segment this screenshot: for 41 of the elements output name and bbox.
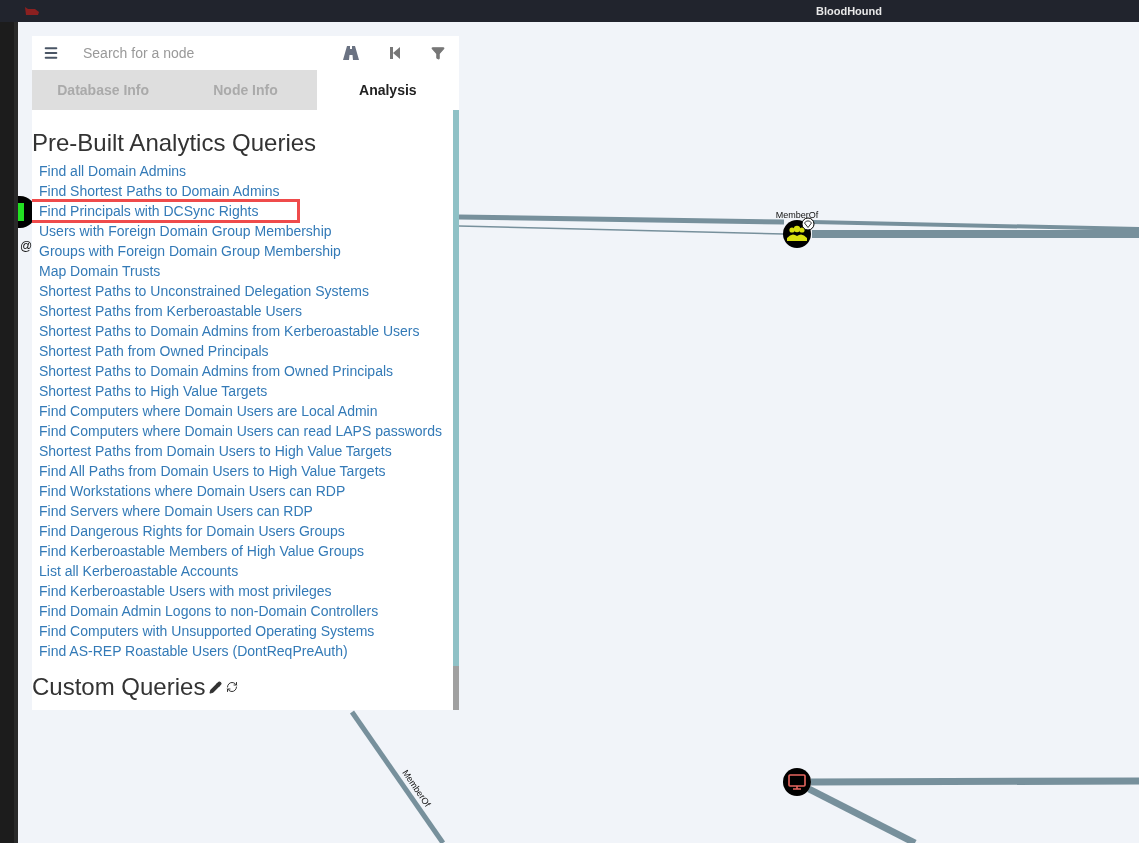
query-link[interactable]: Find AS-REP Roastable Users (DontReqPreAuth) <box>39 641 348 661</box>
query-link[interactable]: Find Shortest Paths to Domain Admins <box>39 181 280 201</box>
people-icon <box>787 225 807 241</box>
query-link[interactable]: List all Kerberoastable Accounts <box>39 561 239 581</box>
query-link[interactable]: Shortest Paths to Unconstrained Delegation Systems <box>39 281 369 301</box>
section-heading: Pre-Built Analytics Queries <box>32 129 318 157</box>
skip-back-icon[interactable] <box>389 46 401 60</box>
search-field[interactable]: Search for a node <box>83 42 323 64</box>
edit-icon[interactable] <box>209 680 223 694</box>
query-link[interactable]: Find Domain Admin Logons to non-Domain Controllers <box>39 601 379 621</box>
query-link[interactable]: Find Computers with Unsupported Operating Systems <box>39 621 375 641</box>
dog-logo-icon <box>24 6 40 16</box>
query-link[interactable]: Find all Domain Admins <box>39 161 187 181</box>
monitor-icon <box>788 774 806 790</box>
query-link[interactable]: Shortest Paths to Domain Admins from Kerberoastable Users <box>39 321 420 341</box>
query-link[interactable]: Shortest Paths from Kerberoastable Users <box>39 301 302 321</box>
filter-icon[interactable] <box>431 46 445 60</box>
query-link[interactable]: Shortest Path from Owned Principals <box>39 341 269 361</box>
query-link[interactable]: Shortest Paths to High Value Targets <box>39 381 268 401</box>
graph-node[interactable] <box>783 768 811 796</box>
query-link[interactable]: Shortest Paths from Domain Users to High Value Targets <box>39 441 392 461</box>
edge-label: MemberOf <box>775 210 819 220</box>
menu-icon[interactable] <box>43 45 59 61</box>
window-title: BloodHound <box>816 3 882 19</box>
refresh-icon[interactable] <box>226 681 239 693</box>
query-link[interactable]: Map Domain Trusts <box>39 261 161 281</box>
query-link[interactable]: Shortest Paths to Domain Admins from Owned Principals <box>39 361 394 381</box>
query-link[interactable]: Find All Paths from Domain Users to High Value Targets <box>39 461 386 481</box>
query-link[interactable]: Find Principals with DCSync Rights <box>39 201 259 221</box>
road-icon[interactable] <box>343 45 359 61</box>
node-label: @ <box>20 239 33 253</box>
query-link[interactable]: Find Computers where Domain Users can read LAPS passwords <box>39 421 443 441</box>
query-link[interactable]: Find Workstations where Domain Users can RDP <box>39 481 346 501</box>
query-link[interactable]: Users with Foreign Domain Group Membership <box>39 221 332 241</box>
section-heading: Custom Queries <box>32 673 206 701</box>
query-link[interactable]: Find Kerberoastable Users with most privileges <box>39 581 332 601</box>
query-link[interactable]: Find Computers where Domain Users are Local Admin <box>39 401 378 421</box>
query-link[interactable]: Find Servers where Domain Users can RDP <box>39 501 313 521</box>
query-link[interactable]: Groups with Foreign Domain Group Membership <box>39 241 341 261</box>
query-link[interactable]: Find Kerberoastable Members of High Value Groups <box>39 541 364 561</box>
query-link[interactable]: Find Dangerous Rights for Domain Users Groups <box>39 521 345 541</box>
